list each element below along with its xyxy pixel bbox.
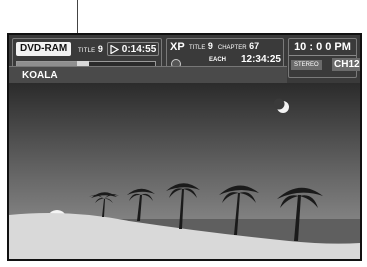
beach-scene-illustration [9, 83, 360, 259]
program-name-bar: KOALA [9, 66, 287, 83]
chapter-prefix: CHAPTER [217, 45, 247, 51]
recording-mode: XP [170, 41, 185, 53]
mid-title-prefix: TITLE [189, 45, 206, 51]
audio-mode-badge: STEREO [291, 60, 322, 70]
chapter-number: 67 [249, 41, 260, 51]
clock: 10 : 0 0 PM [289, 40, 356, 56]
figure: DVD-RAM TITLE 9 0:14:55 XP TITLE 9 CHAPT… [0, 0, 367, 267]
channel-badge: CH12 [332, 58, 360, 71]
mid-title-number: 9 [207, 41, 213, 51]
clock-channel-panel: 10 : 0 0 PM STEREO CH12 [288, 38, 360, 78]
total-time: 12:34:25 [240, 54, 281, 65]
title-indicator: TITLE 9 [78, 43, 103, 57]
title-number: 9 [97, 44, 103, 54]
elapsed-time-display: 0:14:55 [107, 42, 160, 56]
tv-screen: DVD-RAM TITLE 9 0:14:55 XP TITLE 9 CHAPT… [7, 33, 362, 261]
title-chapter-info: TITLE 9 CHAPTER 67 [189, 41, 259, 54]
title-prefix: TITLE [78, 48, 96, 54]
each-label: EACH [209, 57, 227, 63]
program-name: KOALA [22, 70, 58, 81]
disc-format-badge: DVD-RAM [16, 42, 72, 56]
elapsed-time: 0:14:55 [121, 44, 157, 55]
on-screen-display: DVD-RAM TITLE 9 0:14:55 XP TITLE 9 CHAPT… [9, 35, 360, 83]
play-icon [110, 44, 119, 54]
